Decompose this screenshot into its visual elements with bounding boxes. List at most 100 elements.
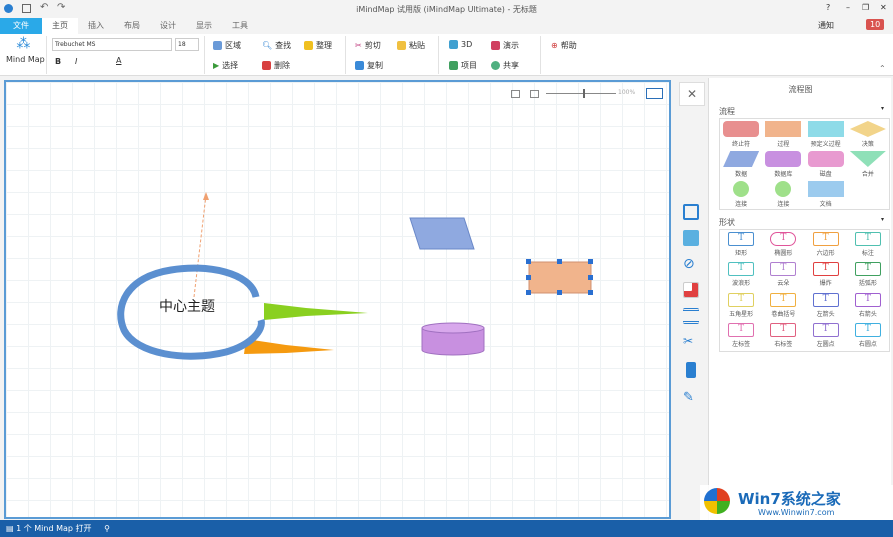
shape-item[interactable]: T 爆炸 [805,260,847,289]
help-ribbon-button[interactable]: ⊕ 帮助 [551,40,577,51]
status-bar: ▤ 1 个 Mind Map 打开 ⚲ [0,520,893,537]
paste-icon [397,41,406,50]
scissors-icon: ✂ [355,41,362,50]
watermark: Win7系统之家 Www.Winwin7.com [700,485,893,520]
present-button[interactable]: 演示 [491,40,519,51]
italic-button[interactable]: I [75,57,77,66]
share-label: 共享 [503,61,519,70]
select-label: 选择 [222,61,239,70]
shape-item[interactable]: T 卷曲括号 [762,291,804,320]
flow-shape-item[interactable]: 磁盘 [805,149,847,178]
pin-icon[interactable]: ⚲ [104,524,110,533]
shape-item[interactable]: T 标注 [847,230,889,259]
flow-shape-item[interactable]: 合并 [847,149,889,178]
delete-button[interactable]: 删除 [262,60,290,71]
shape-item[interactable]: T 五角星形 [720,291,762,320]
shape-preview-icon: T [812,262,839,277]
font-color-button[interactable]: A [116,56,121,65]
shape-item[interactable]: T 左箭头 [805,291,847,320]
shape-label: 椭圆形 [774,250,793,257]
edit-note-icon[interactable] [683,204,699,220]
shape-item[interactable]: T 左圆点 [805,321,847,350]
flow-shapes-grid: 终止符 过程 预定义过程 决策 数据 数据库 磁盘 合并 连接 连接 文档 [719,118,890,210]
shape-item[interactable]: T 椭圆形 [762,230,804,259]
section-shapes-toggle[interactable]: ▾ [881,216,884,223]
collapse-ribbon-icon[interactable]: ⌃ [879,64,886,73]
tab-tools[interactable]: 工具 [222,18,258,34]
tab-layout[interactable]: 布局 [114,18,150,34]
flow-shape-item[interactable]: 连接 [762,179,804,208]
shape-item[interactable]: T 右箭头 [847,291,889,320]
find-button[interactable]: 🔍︎ 查找 [262,40,291,51]
outline-icon[interactable] [683,308,699,324]
tab-design[interactable]: 设计 [150,18,186,34]
flow-shape-item[interactable]: 数据 [720,149,762,178]
shape-item[interactable]: T 右标签 [762,321,804,350]
copy-button[interactable]: 复制 [355,60,383,71]
brush-icon[interactable]: ✎ [683,390,699,406]
section-flow[interactable]: 流程 [719,106,735,117]
flow-shape-item[interactable]: 连接 [720,179,762,208]
close-button[interactable]: ✕ [880,3,887,12]
flow-shape-item[interactable]: 文档 [805,179,847,208]
flow-shape-item[interactable]: 终止符 [720,119,762,148]
shape-item[interactable]: T 左标签 [720,321,762,350]
font-size-select[interactable]: 18 [175,38,199,51]
tab-insert[interactable]: 插入 [78,18,114,34]
central-topic-text[interactable]: 中心主题 [159,296,215,316]
shape-item[interactable]: T 云朵 [762,260,804,289]
shape-item[interactable]: T 右圆点 [847,321,889,350]
tab-view[interactable]: 显示 [186,18,222,34]
image-icon[interactable] [683,230,699,246]
copy-label: 复制 [367,61,383,70]
flow-shape-swatch [765,121,802,137]
flow-shape-swatch [807,121,844,137]
branch-green [264,303,368,320]
font-family-select[interactable]: Trebuchet MS [52,38,172,51]
shape-preview-icon: T [770,322,797,337]
shape-preview-icon: T [854,322,881,337]
tidy-button[interactable]: 整理 [304,40,332,51]
shape-item[interactable]: T 矩形 [720,230,762,259]
document-icon: ▤ [6,524,14,533]
tab-file[interactable]: 文件 [0,18,42,34]
notify-badge[interactable]: 10 [866,19,885,30]
windows-logo-icon [704,488,730,514]
project-button[interactable]: 项目 [449,60,477,71]
flow-shape-swatch [723,151,760,167]
notify-label[interactable]: 通知 [818,20,834,31]
tag-icon[interactable] [686,362,696,378]
shape-item[interactable]: T 波浪形 [720,260,762,289]
flow-shape-item[interactable]: 决策 [847,119,889,148]
scissors-tool-icon[interactable]: ✂ [683,334,699,350]
relationship-arrow [193,194,207,298]
mindmap-button[interactable]: ⁂ Mind Map [6,36,45,64]
process-shape[interactable] [528,261,592,294]
shape-item[interactable]: T 括弧形 [847,260,889,289]
paste-button[interactable]: 粘贴 [397,40,425,51]
restore-button[interactable]: ❐ [862,3,869,12]
cut-button[interactable]: ✂ 剪切 [355,40,381,51]
tab-home[interactable]: 主页 [42,18,78,34]
canvas-drawing [117,192,593,360]
minimize-button[interactable]: – [846,3,850,12]
flow-shape-swatch [765,151,802,167]
share-button[interactable]: 共享 [491,60,519,71]
flow-shape-item[interactable]: 数据库 [762,149,804,178]
shapes-icon[interactable] [683,282,699,298]
section-shapes[interactable]: 形状 [719,217,735,228]
3d-button[interactable]: 3D [449,40,472,49]
shape-item[interactable]: T 六边形 [805,230,847,259]
select-button[interactable]: ▶ 选择 [213,60,238,71]
tidy-icon [304,41,313,50]
section-flow-toggle[interactable]: ▾ [881,105,884,112]
watermark-url: Www.Winwin7.com [758,508,835,517]
flow-shape-item[interactable]: 预定义过程 [805,119,847,148]
bold-button[interactable]: B [55,57,61,66]
area-button[interactable]: 区域 [213,40,241,51]
help-button[interactable]: ? [826,3,830,12]
close-panel-button[interactable]: ✕ [679,82,705,106]
flow-shape-item[interactable]: 过程 [762,119,804,148]
attachment-icon[interactable]: ⊘ [683,256,699,272]
mindmap-canvas[interactable]: 100% 中心主题 [4,80,671,519]
